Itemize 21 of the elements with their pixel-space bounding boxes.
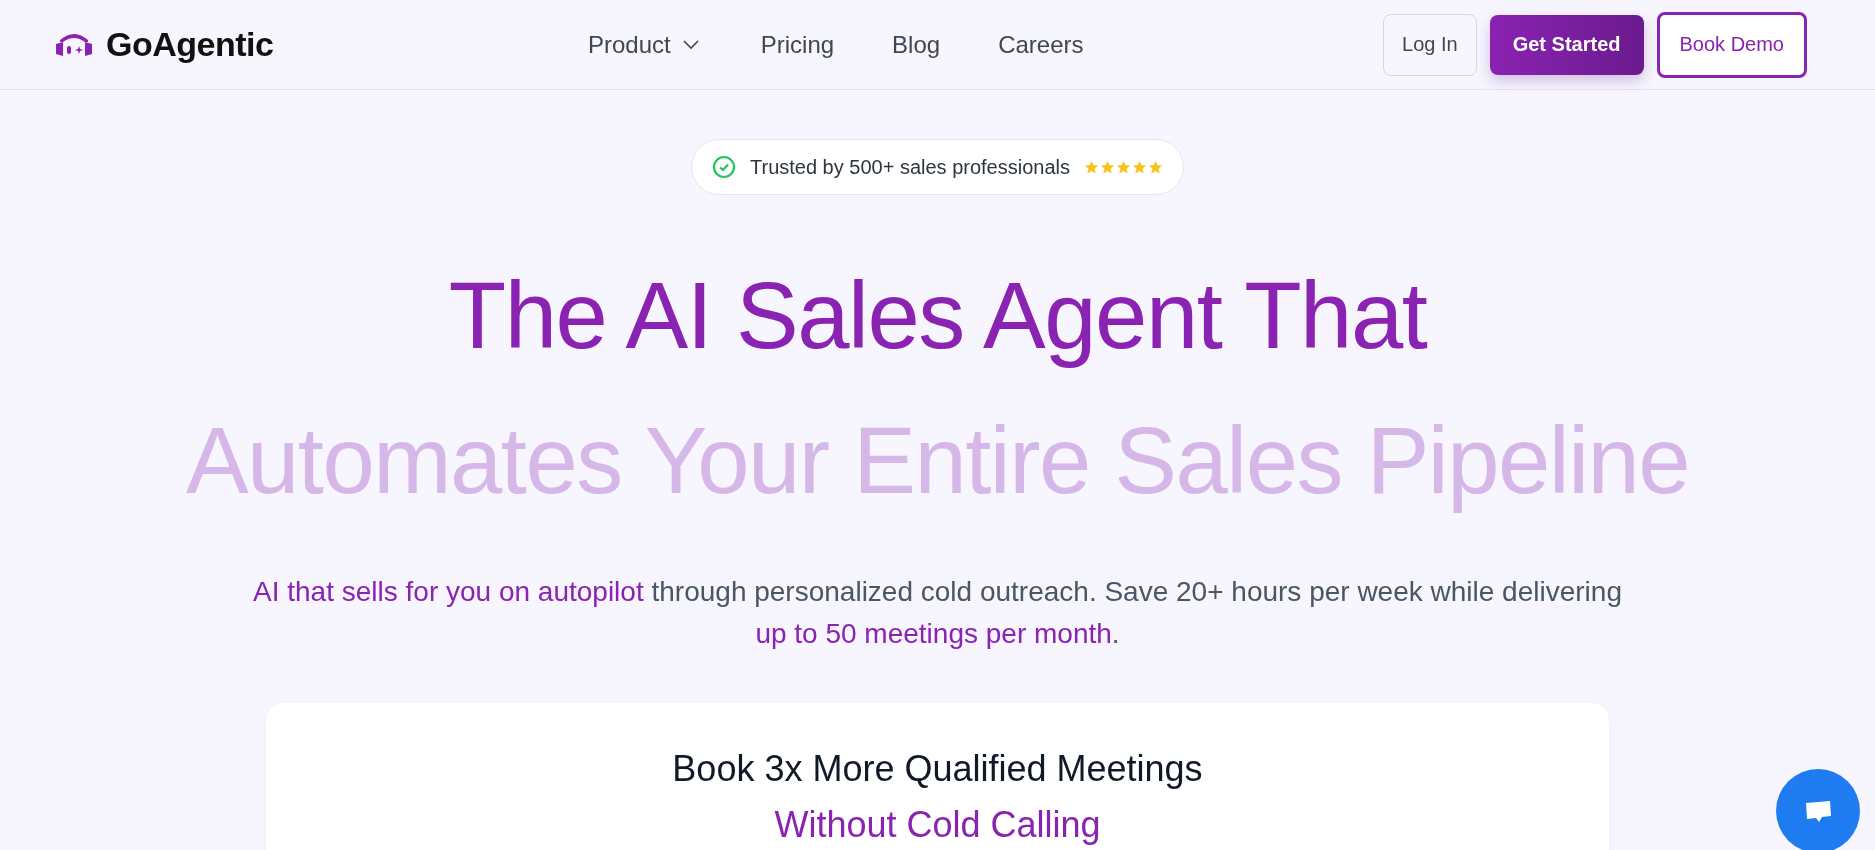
chevron-down-icon xyxy=(682,39,699,50)
nav-link[interactable]: Product xyxy=(588,30,699,59)
hero-subtitle: AI that sells for you on autopilot through personalized cold outreach. Save 20+ hours per week while delivering up to 50 meetings per month. xyxy=(252,575,1623,651)
nav-link[interactable]: Pricing xyxy=(760,30,835,59)
get-started-button[interactable]: Get Started xyxy=(1489,14,1644,75)
badge-text: Trusted by 500+ sales professionals xyxy=(750,155,1070,179)
star-icon xyxy=(1148,159,1163,175)
nav-link[interactable]: Blog xyxy=(892,30,941,59)
demo-button[interactable]: Book Demo xyxy=(1656,11,1807,78)
logo-text[interactable]: GoAgentic xyxy=(106,25,274,64)
headline: The AI Sales Agent That xyxy=(448,262,1427,370)
star-icon xyxy=(1116,159,1131,175)
star-icon xyxy=(1100,159,1115,175)
star-icon xyxy=(1132,159,1147,175)
card-title: Without Cold Calling xyxy=(774,803,1101,847)
check-circle-icon xyxy=(712,155,736,179)
headline: Automates Your Entire Sales Pipeline xyxy=(185,407,1690,515)
star-icon xyxy=(1084,159,1099,175)
nav-link[interactable]: Careers xyxy=(998,30,1084,59)
login-button[interactable]: Log In xyxy=(1383,13,1477,76)
card-title: Book 3x More Qualified Meetings xyxy=(672,747,1203,791)
